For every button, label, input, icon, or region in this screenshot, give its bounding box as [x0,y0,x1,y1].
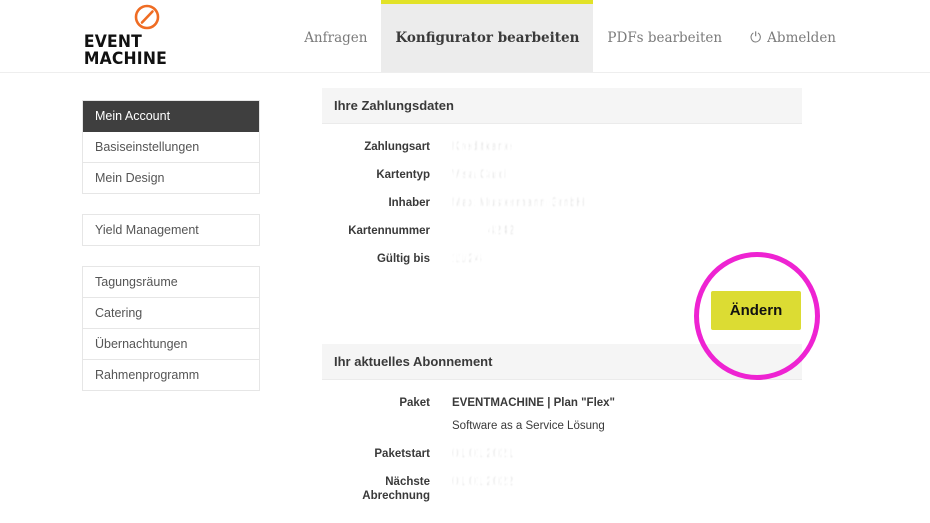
field-row-naechste-abrechnung: Nächste Abrechnung 01.01.2022 [322,473,802,503]
sidebar: Mein Account Basiseinstellungen Mein Des… [82,100,260,411]
sidebar-item-yield-management[interactable]: Yield Management [83,215,259,246]
field-value: Visa Card [430,166,802,182]
sidebar-item-label: Mein Design [95,171,165,185]
redacted-value: Visa Card [452,169,506,181]
field-label: Nächste Abrechnung [362,476,430,502]
nav-item-anfragen[interactable]: Anfragen [290,0,381,72]
field-value: 11/24 [430,250,802,266]
sidebar-group-services: Tagungsräume Catering Übernachtungen Rah… [82,266,260,391]
field-label: Kartentyp [376,169,430,181]
sidebar-item-uebernachtungen[interactable]: Übernachtungen [83,329,259,360]
sidebar-item-catering[interactable]: Catering [83,298,259,329]
field-value: Max Mustermann GmbH [430,194,802,210]
sidebar-item-mein-account[interactable]: Mein Account [83,101,259,132]
power-icon: ⏻ [750,30,762,46]
sidebar-group-account: Mein Account Basiseinstellungen Mein Des… [82,100,260,194]
field-row-paket: Paket EVENTMACHINE | Plan "Flex" Softwar… [322,394,802,433]
field-row-paketstart: Paketstart 01.01.2021 [322,445,802,461]
sidebar-item-label: Yield Management [95,223,199,237]
nav-label: Anfragen [304,30,368,46]
redacted-value: 11/24 [452,253,482,265]
field-row-zahlungsart: Zahlungsart Kreditkarte [322,138,802,154]
field-label: Kartennummer [348,225,430,237]
nav-label: PDFs bearbeiten [607,30,723,46]
field-label: Zahlungsart [364,141,430,153]
field-value: EVENTMACHINE | Plan "Flex" Software as a… [430,394,802,433]
nav-item-konfigurator-bearbeiten[interactable]: Konfigurator bearbeiten [381,0,594,72]
nav-label: Konfigurator bearbeiten [395,30,580,46]
brand-wordmark: EVENT MACHINE [82,34,202,68]
sidebar-item-label: Mein Account [95,109,171,123]
redacted-value: Kreditkarte [452,141,513,153]
payment-data-section: Ihre Zahlungsdaten Zahlungsart Kreditkar… [322,88,802,278]
field-value: 01.01.2022 [430,473,802,489]
sidebar-item-basiseinstellungen[interactable]: Basiseinstellungen [83,132,259,163]
field-label: Gültig bis [376,253,430,265]
sidebar-item-label: Rahmenprogramm [95,368,200,382]
redacted-value: 4242 [488,225,516,237]
nav-label: Abmelden [767,30,836,46]
sidebar-item-rahmenprogramm[interactable]: Rahmenprogramm [83,360,259,391]
circle-slash-icon [134,4,160,30]
sidebar-item-mein-design[interactable]: Mein Design [83,163,259,194]
field-value: 4242 [430,222,802,238]
brand-logo[interactable]: EVENT MACHINE [82,2,212,68]
brand-line-2: MACHINE [83,49,167,69]
sidebar-item-tagungsraeume[interactable]: Tagungsräume [83,267,259,298]
nav-item-pdfs-bearbeiten[interactable]: PDFs bearbeiten [593,0,736,72]
app-page: EVENT MACHINE Anfragen Konfigurator bear… [0,0,930,523]
field-row-inhaber: Inhaber Max Mustermann GmbH [322,194,802,210]
main-navigation: Anfragen Konfigurator bearbeiten PDFs be… [290,0,850,72]
site-header: EVENT MACHINE Anfragen Konfigurator bear… [0,0,930,73]
field-value: Kreditkarte [430,138,802,154]
subscription-fields: Paket EVENTMACHINE | Plan "Flex" Softwar… [322,380,802,503]
field-row-kartentyp: Kartentyp Visa Card [322,166,802,182]
sidebar-item-label: Tagungsräume [95,275,178,289]
redacted-value: Max Mustermann GmbH [452,197,585,209]
package-description: Software as a Service Lösung [452,420,605,432]
package-name: EVENTMACHINE | Plan "Flex" [452,397,616,409]
field-row-gueltig-bis: Gültig bis 11/24 [322,250,802,266]
field-row-kartennummer: Kartennummer 4242 [322,222,802,238]
subscription-section: Ihr aktuelles Abonnement Paket EVENTMACH… [322,344,802,515]
field-value: 01.01.2021 [430,445,802,461]
payment-fields: Zahlungsart Kreditkarte Kartentyp Visa C… [322,124,802,266]
sidebar-item-label: Catering [95,306,143,320]
redacted-value: 01.01.2022 [452,476,514,488]
nav-item-abmelden[interactable]: ⏻ Abmelden [736,0,850,72]
sidebar-group-yield: Yield Management [82,214,260,246]
redacted-value: 01.01.2021 [452,448,514,460]
sidebar-item-label: Übernachtungen [95,337,188,351]
change-payment-button[interactable]: Ändern [711,291,801,330]
field-label: Inhaber [388,197,430,209]
field-label: Paketstart [374,448,430,460]
payment-section-title: Ihre Zahlungsdaten [322,88,802,124]
sidebar-item-label: Basiseinstellungen [95,140,200,154]
field-label: Paket [399,397,430,409]
subscription-section-title: Ihr aktuelles Abonnement [322,344,802,380]
